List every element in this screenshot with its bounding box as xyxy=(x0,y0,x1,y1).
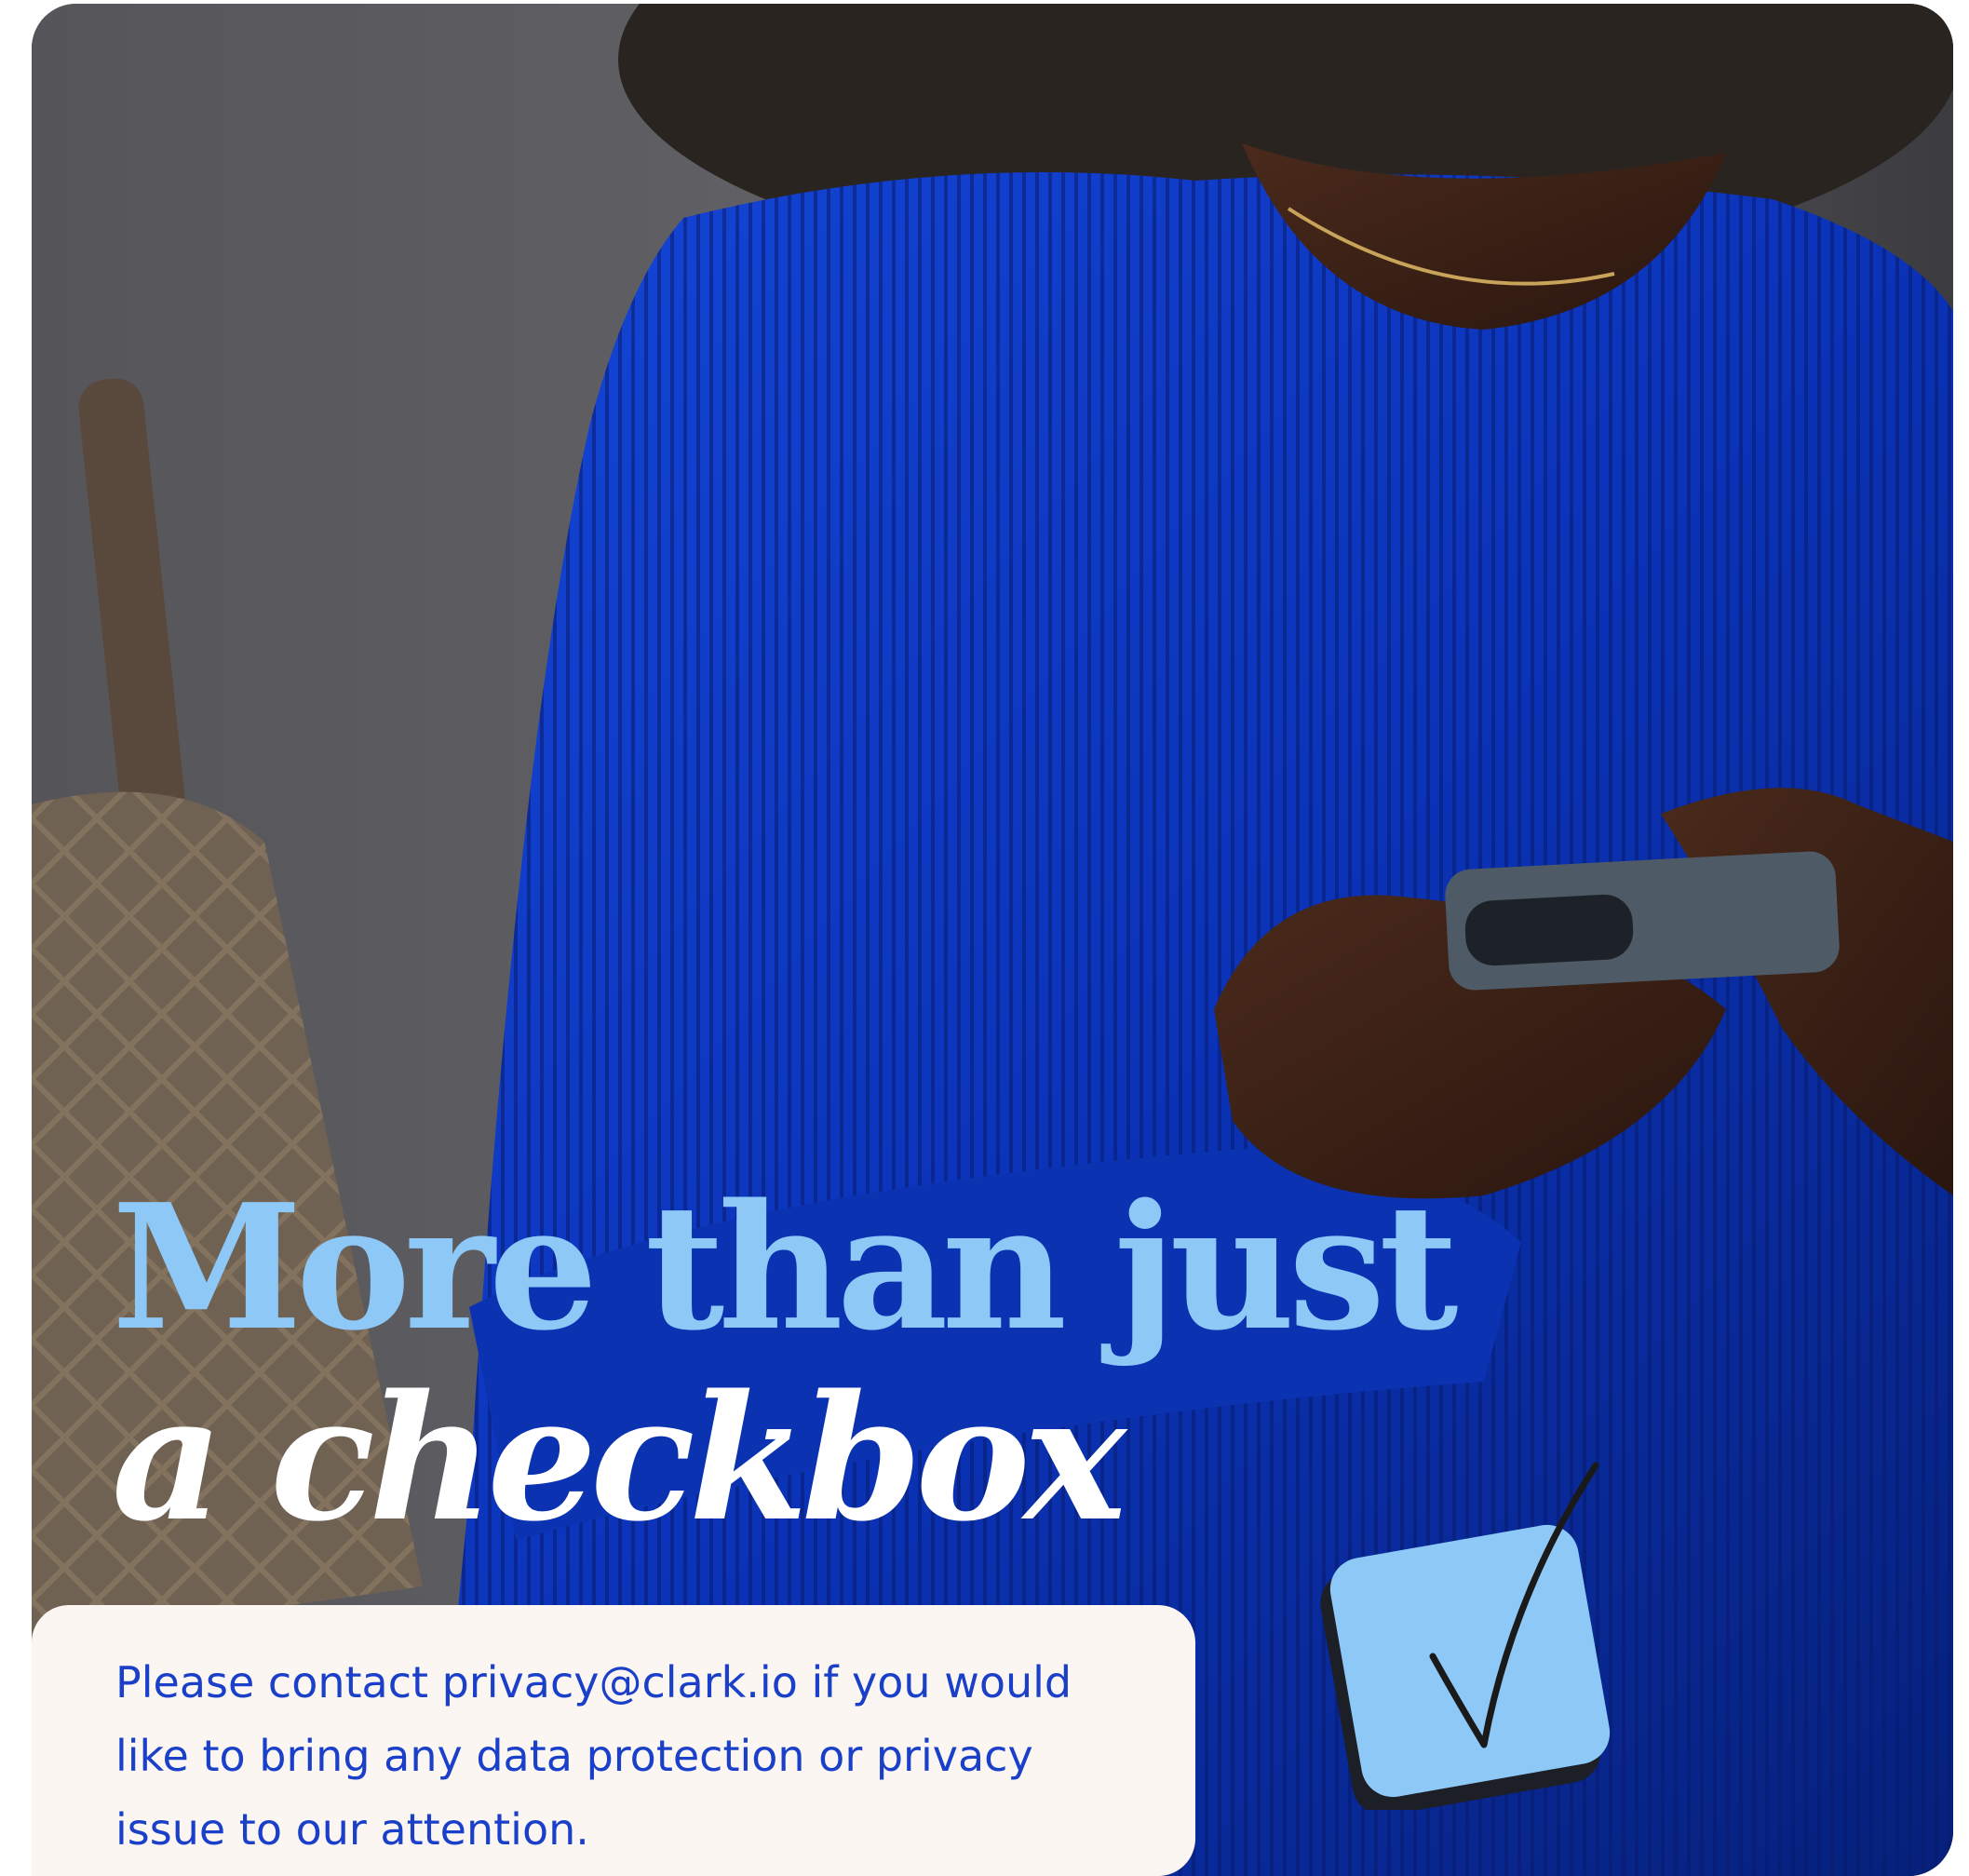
headline-line-2: a checkbox xyxy=(112,1356,1126,1559)
checkbox-checked-icon xyxy=(1320,1462,1611,1810)
hero-photo xyxy=(32,4,1953,1876)
hero-card: More than just a checkbox xyxy=(32,4,1953,1876)
privacy-contact-text: Please contact privacy@clark.io if you w… xyxy=(115,1657,1072,1855)
privacy-contact-box: Please contact privacy@clark.io if you w… xyxy=(32,1605,1195,1876)
headline: More than just a checkbox xyxy=(112,1166,1459,1559)
headline-line-1: More than just xyxy=(112,1166,1459,1369)
